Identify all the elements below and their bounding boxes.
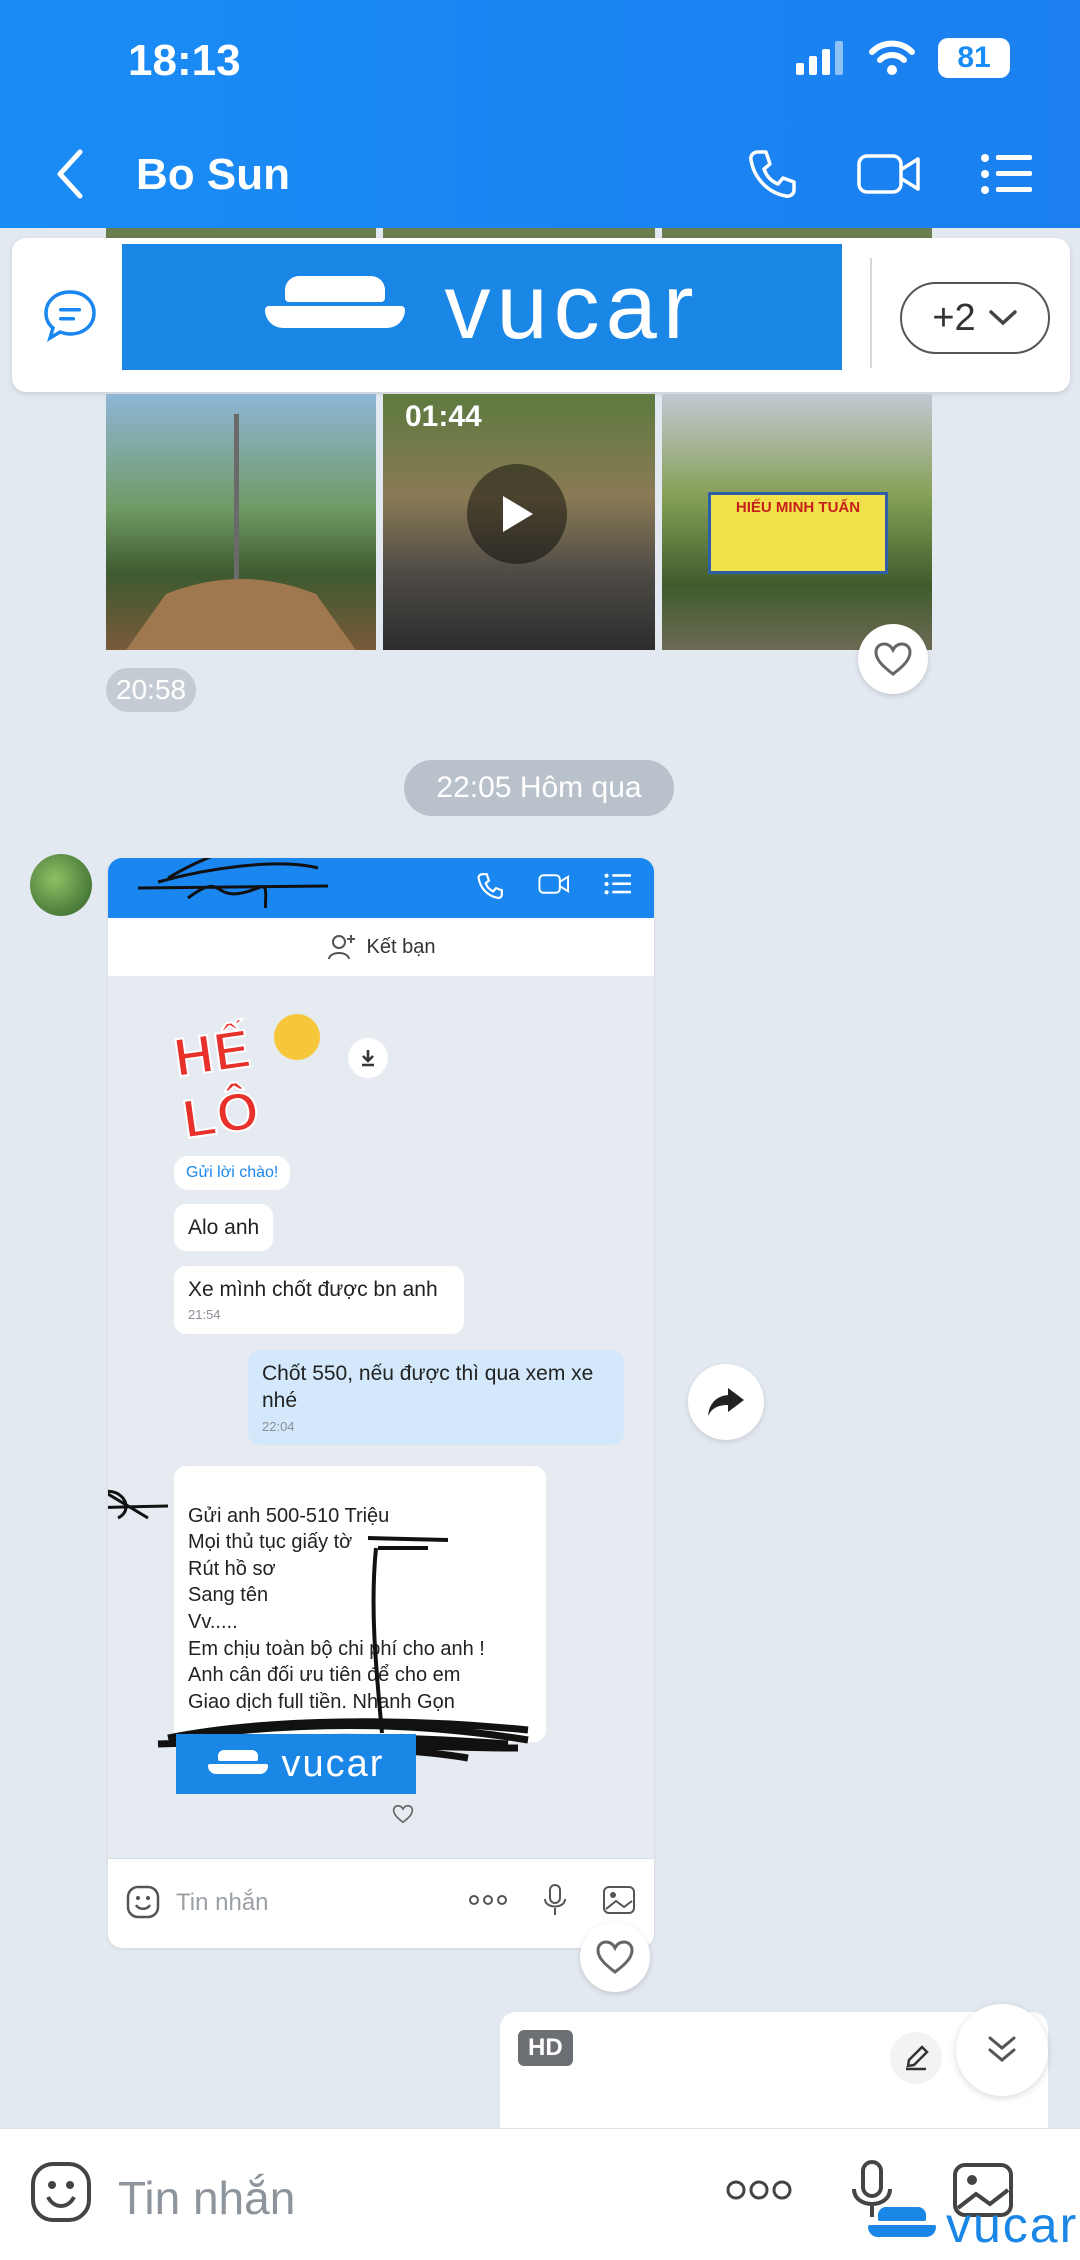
battery-indicator: 81 [938, 38, 1010, 78]
photo-thumbnail[interactable] [106, 394, 376, 650]
shot-input-tools [468, 1883, 636, 1917]
add-friend-label: Kết bạn [366, 935, 436, 958]
more-dots-icon [469, 1895, 507, 1905]
hello-sticker: HẾ LÔ [169, 1006, 344, 1151]
photo-strip [106, 228, 376, 238]
message-time: 21:54 [188, 1307, 221, 1323]
brand-text: vucar [444, 255, 700, 358]
menu-list-icon[interactable] [980, 152, 1034, 196]
hd-badge: HD [518, 2030, 573, 2066]
menu-list-icon [604, 873, 631, 895]
pinned-more-label: +2 [932, 296, 976, 339]
download-icon [362, 1050, 374, 1067]
video-call-icon[interactable] [856, 151, 922, 197]
heart-icon [874, 642, 912, 676]
status-icons: 81 [796, 38, 1010, 78]
chat-bubble-icon [44, 290, 96, 342]
play-button[interactable] [467, 464, 567, 564]
message-time: 22:04 [262, 1418, 295, 1434]
greeting-chip: Gửi lời chào! [174, 1156, 291, 1190]
message-text: Chốt 550, nếu được thì qua xem xe nhé [262, 1362, 594, 1413]
download-button [348, 1038, 388, 1078]
shot-message-input: Tin nhắn [108, 1858, 654, 1948]
power-pole-graphic [126, 414, 356, 650]
photo-strip [662, 228, 932, 238]
phone-call-icon[interactable] [746, 148, 798, 200]
message-bubble: Alo anh [174, 1204, 274, 1252]
pinned-message-bar[interactable]: vucar +2 [12, 238, 1070, 392]
react-heart-button[interactable] [858, 624, 928, 694]
forward-button[interactable] [688, 1364, 764, 1440]
scroll-to-bottom-button[interactable] [956, 2004, 1048, 2096]
brand-text: vucar [946, 2197, 1079, 2253]
message-text: Xe mình chốt được bn anh [188, 1278, 438, 1301]
phone-call-icon [477, 873, 503, 900]
vucar-logo-banner: vucar [176, 1734, 416, 1794]
photo-thumbnail[interactable]: HIẾU MINH TUẤN [662, 394, 932, 650]
signal-icon [796, 41, 843, 75]
emoji-icon[interactable] [30, 2161, 92, 2223]
add-friend-icon [327, 935, 355, 960]
play-icon [503, 496, 533, 532]
input-placeholder: Tin nhắn [176, 1889, 269, 1916]
microphone-icon [544, 1884, 566, 1915]
photo-strip [383, 228, 655, 238]
divider [870, 258, 872, 368]
edit-icon [906, 2045, 929, 2071]
more-dots-icon[interactable] [726, 2179, 792, 2201]
emoji-icon [126, 1885, 160, 1919]
add-friend-bar: Kết bạn [108, 918, 654, 976]
sticker-text: HẾ LÔ [169, 1017, 264, 1151]
vucar-logo-icon [264, 272, 405, 342]
wifi-icon [869, 40, 915, 75]
edit-button[interactable] [890, 2032, 942, 2084]
heart-icon [596, 1940, 634, 1974]
video-call-icon [538, 874, 570, 894]
message-time: 20:58 [106, 668, 197, 712]
back-arrow-icon[interactable] [52, 148, 88, 200]
vucar-logo-icon [207, 1748, 268, 1780]
chat-title[interactable]: Bo Sun [136, 150, 290, 200]
chevron-down-icon [988, 310, 1017, 326]
pinned-more-button[interactable]: +2 [900, 282, 1050, 354]
header-actions [746, 148, 1034, 200]
vucar-logo-icon [868, 2205, 936, 2245]
shot-header-icons [476, 872, 632, 900]
avatar[interactable] [30, 854, 92, 916]
message-text: Alo anh [188, 1216, 260, 1239]
message-bubble: Chốt 550, nếu được thì qua xem xe nhé 22… [248, 1350, 624, 1446]
shared-screenshot-image[interactable]: Kết bạn HẾ LÔ Gửi lời chào! Alo anh Xe m… [108, 858, 654, 1948]
status-time: 18:13 [128, 36, 241, 85]
date-separator: 22:05 Hôm qua [404, 760, 674, 816]
vucar-logo-banner: vucar [122, 244, 842, 370]
double-chevron-down-icon [988, 2036, 1016, 2062]
message-input[interactable]: Tin nhắn [118, 2171, 295, 2225]
video-duration: 01:44 [405, 400, 482, 433]
video-thumbnail[interactable]: 01:44 [383, 394, 655, 650]
image-icon [603, 1886, 635, 1914]
vucar-watermark: vucar [868, 2196, 1078, 2254]
signboard: HIẾU MINH TUẤN [708, 492, 888, 574]
top-bar: 18:13 81 Bo Sun [0, 0, 1080, 228]
message-bubble: Xe mình chốt được bn anh 21:54 [174, 1266, 464, 1335]
react-heart-button[interactable] [580, 1922, 650, 1992]
scribble-redaction [137, 858, 329, 908]
share-arrow-icon [708, 1388, 744, 1416]
heart-icon [392, 1804, 414, 1824]
brand-text: vucar [281, 1742, 385, 1785]
